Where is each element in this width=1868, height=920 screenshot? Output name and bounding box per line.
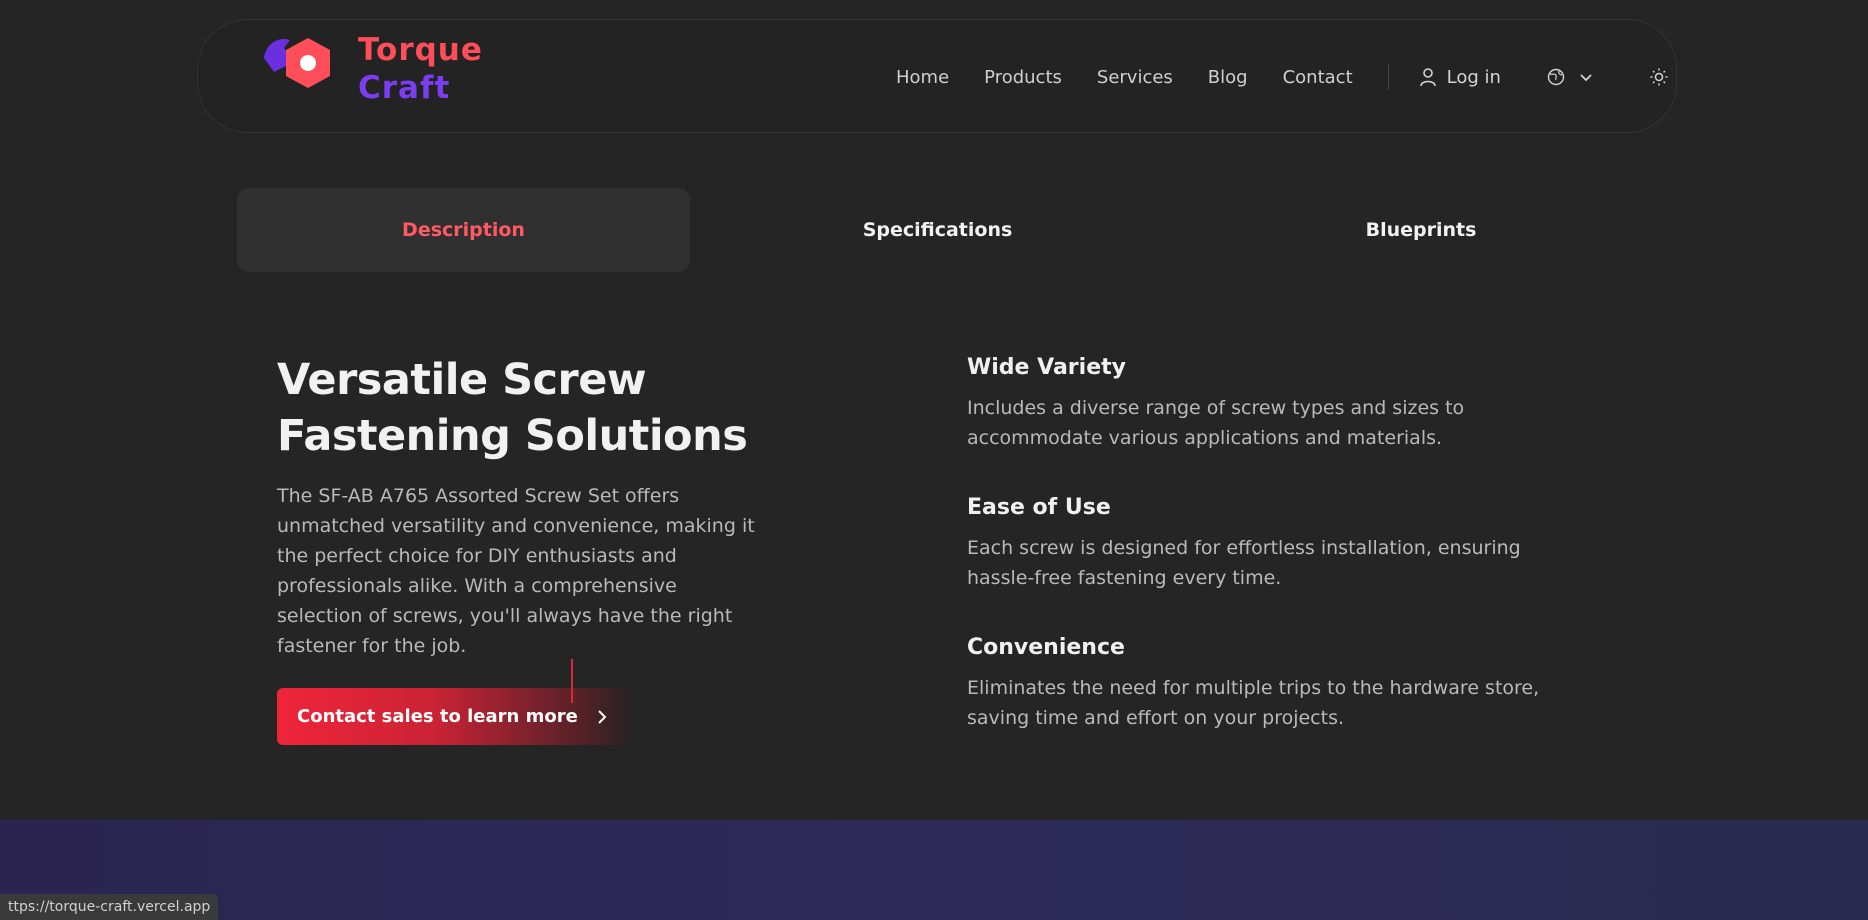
- login-label: Log in: [1446, 66, 1501, 88]
- chevron-right-icon: [598, 709, 607, 724]
- next-section-band: [0, 820, 1868, 920]
- hex-nut-wrench-icon: [264, 38, 330, 88]
- feature-text: Each screw is designed for effortless in…: [967, 537, 1521, 589]
- feature-title: Ease of Use: [967, 495, 1111, 520]
- feature-item: Wide Variety Includes a diverse range of…: [967, 352, 1587, 453]
- site-header: Torque Craft Home Products Services Blog…: [197, 19, 1677, 133]
- feature-text: Includes a diverse range of screw types …: [967, 397, 1465, 449]
- nav-contact[interactable]: Contact: [1283, 67, 1353, 88]
- product-tabs: Description Specifications Blueprints: [237, 188, 1657, 272]
- globe-icon: [1547, 68, 1565, 86]
- feature-item: Ease of Use Each screw is designed for e…: [967, 492, 1587, 593]
- feature-title: Wide Variety: [967, 355, 1126, 380]
- cta-accent-line: [571, 659, 573, 703]
- contact-sales-button[interactable]: Contact sales to learn more: [277, 688, 628, 745]
- nav-home[interactable]: Home: [896, 67, 949, 88]
- sun-icon[interactable]: [1649, 67, 1669, 87]
- tab-blueprints[interactable]: Blueprints: [1185, 188, 1657, 272]
- language-selector[interactable]: [1547, 68, 1593, 86]
- chevron-down-icon: [1580, 74, 1592, 82]
- page: Torque Craft Home Products Services Blog…: [0, 0, 1868, 920]
- login-button[interactable]: Log in: [1419, 67, 1501, 88]
- brand-line1: Torque: [358, 32, 483, 68]
- features-list: Wide Variety Includes a diverse range of…: [967, 352, 1587, 772]
- brand-logo[interactable]: Torque Craft: [256, 30, 483, 108]
- headline-line1: Versatile Screw: [277, 355, 647, 405]
- hero-headline: Versatile Screw Fastening Solutions: [277, 352, 777, 464]
- feature-text: Eliminates the need for multiple trips t…: [967, 677, 1540, 729]
- user-icon: [1419, 68, 1436, 87]
- cta-label: Contact sales to learn more: [297, 706, 578, 727]
- hero-description: The SF-AB A765 Assorted Screw Set offers…: [277, 485, 755, 657]
- headline-line2: Fastening Solutions: [277, 411, 748, 461]
- nav-products[interactable]: Products: [984, 67, 1062, 88]
- link-status-bar: ttps://torque-craft.vercel.app: [0, 894, 219, 920]
- tab-specifications[interactable]: Specifications: [690, 188, 1185, 272]
- main-nav: Home Products Services Blog Contact Log …: [896, 20, 1669, 134]
- nav-divider: [1387, 64, 1389, 90]
- nav-services[interactable]: Services: [1097, 67, 1173, 88]
- brand-line2: Craft: [358, 70, 451, 106]
- feature-title: Convenience: [967, 635, 1125, 660]
- brand-name: Torque Craft: [358, 31, 483, 107]
- nav-blog[interactable]: Blog: [1208, 67, 1248, 88]
- hero-section: Versatile Screw Fastening Solutions The …: [277, 352, 777, 745]
- feature-item: Convenience Eliminates the need for mult…: [967, 632, 1587, 733]
- tab-description[interactable]: Description: [237, 188, 690, 272]
